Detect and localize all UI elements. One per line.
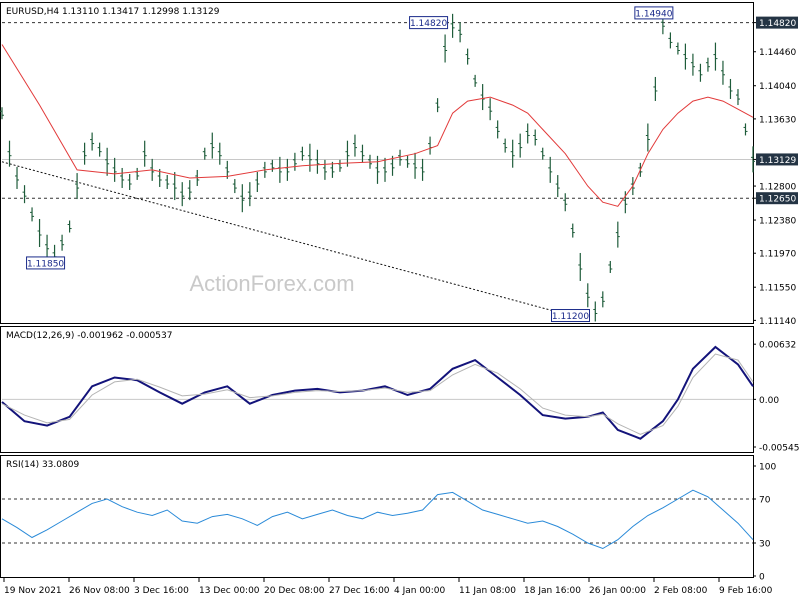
y-tick-label: -0.005455 [759, 443, 800, 453]
x-tick-label: 20 Dec 08:00 [264, 586, 325, 596]
y-tick-label: 0.00632 [759, 341, 796, 351]
x-tick-label: 26 Jan 00:00 [589, 586, 646, 596]
rsi-panel [0, 455, 754, 578]
rsi-header: RSI(14) 33.0809 [6, 460, 79, 470]
x-tick-label: 19 Nov 2021 [4, 586, 62, 596]
y-tick-label: 1.14460 [759, 48, 796, 58]
price-annotation-label: 1.11850 [27, 259, 64, 269]
y-tick-label: 0 [759, 573, 765, 583]
y-tick-label: 1.12380 [759, 217, 796, 227]
y-tick-label: 70 [759, 496, 771, 506]
watermark: ActionForex.com [189, 271, 354, 296]
y-tick-label: 1.14820 [759, 19, 796, 29]
x-tick-label: 18 Jan 16:00 [524, 586, 581, 596]
price-annotation-label: 1.14940 [635, 9, 672, 19]
x-tick-label: 9 Feb 16:00 [719, 586, 773, 596]
y-tick-label: 100 [759, 463, 776, 473]
macd-header: MACD(12,26,9) -0.001962 -0.000537 [6, 331, 172, 341]
y-tick-label: 1.13630 [759, 115, 796, 125]
y-tick-label: 1.11550 [759, 284, 796, 294]
y-tick-label: 1.13129 [759, 156, 796, 166]
y-tick-label: 1.11970 [759, 250, 796, 260]
y-tick-label: 30 [759, 540, 771, 550]
price-annotation-label: 1.11200 [552, 312, 589, 322]
macd-panel [0, 326, 754, 453]
y-tick-label: 1.14040 [759, 82, 796, 92]
x-tick-label: 11 Jan 08:00 [459, 586, 516, 596]
x-tick-label: 3 Dec 16:00 [134, 586, 189, 596]
x-tick-label: 26 Nov 08:00 [69, 586, 130, 596]
x-tick-label: 13 Dec 00:00 [199, 586, 260, 596]
y-tick-label: 1.11140 [759, 317, 796, 327]
y-tick-label: 1.12800 [759, 183, 796, 193]
price-annotation-label: 1.14820 [410, 19, 447, 29]
eurusd-h4-chart: ActionForex.com EURUSD,H4 1.13110 1.1341… [0, 2, 800, 596]
price-header: EURUSD,H4 1.13110 1.13417 1.12998 1.1312… [6, 7, 220, 17]
x-tick-label: 2 Feb 08:00 [654, 586, 708, 596]
x-tick-label: 4 Jan 00:00 [394, 586, 446, 596]
x-tick-label: 27 Dec 16:00 [329, 586, 390, 596]
y-tick-label: 0.00 [759, 396, 779, 406]
y-tick-label: 1.12650 [759, 195, 796, 205]
